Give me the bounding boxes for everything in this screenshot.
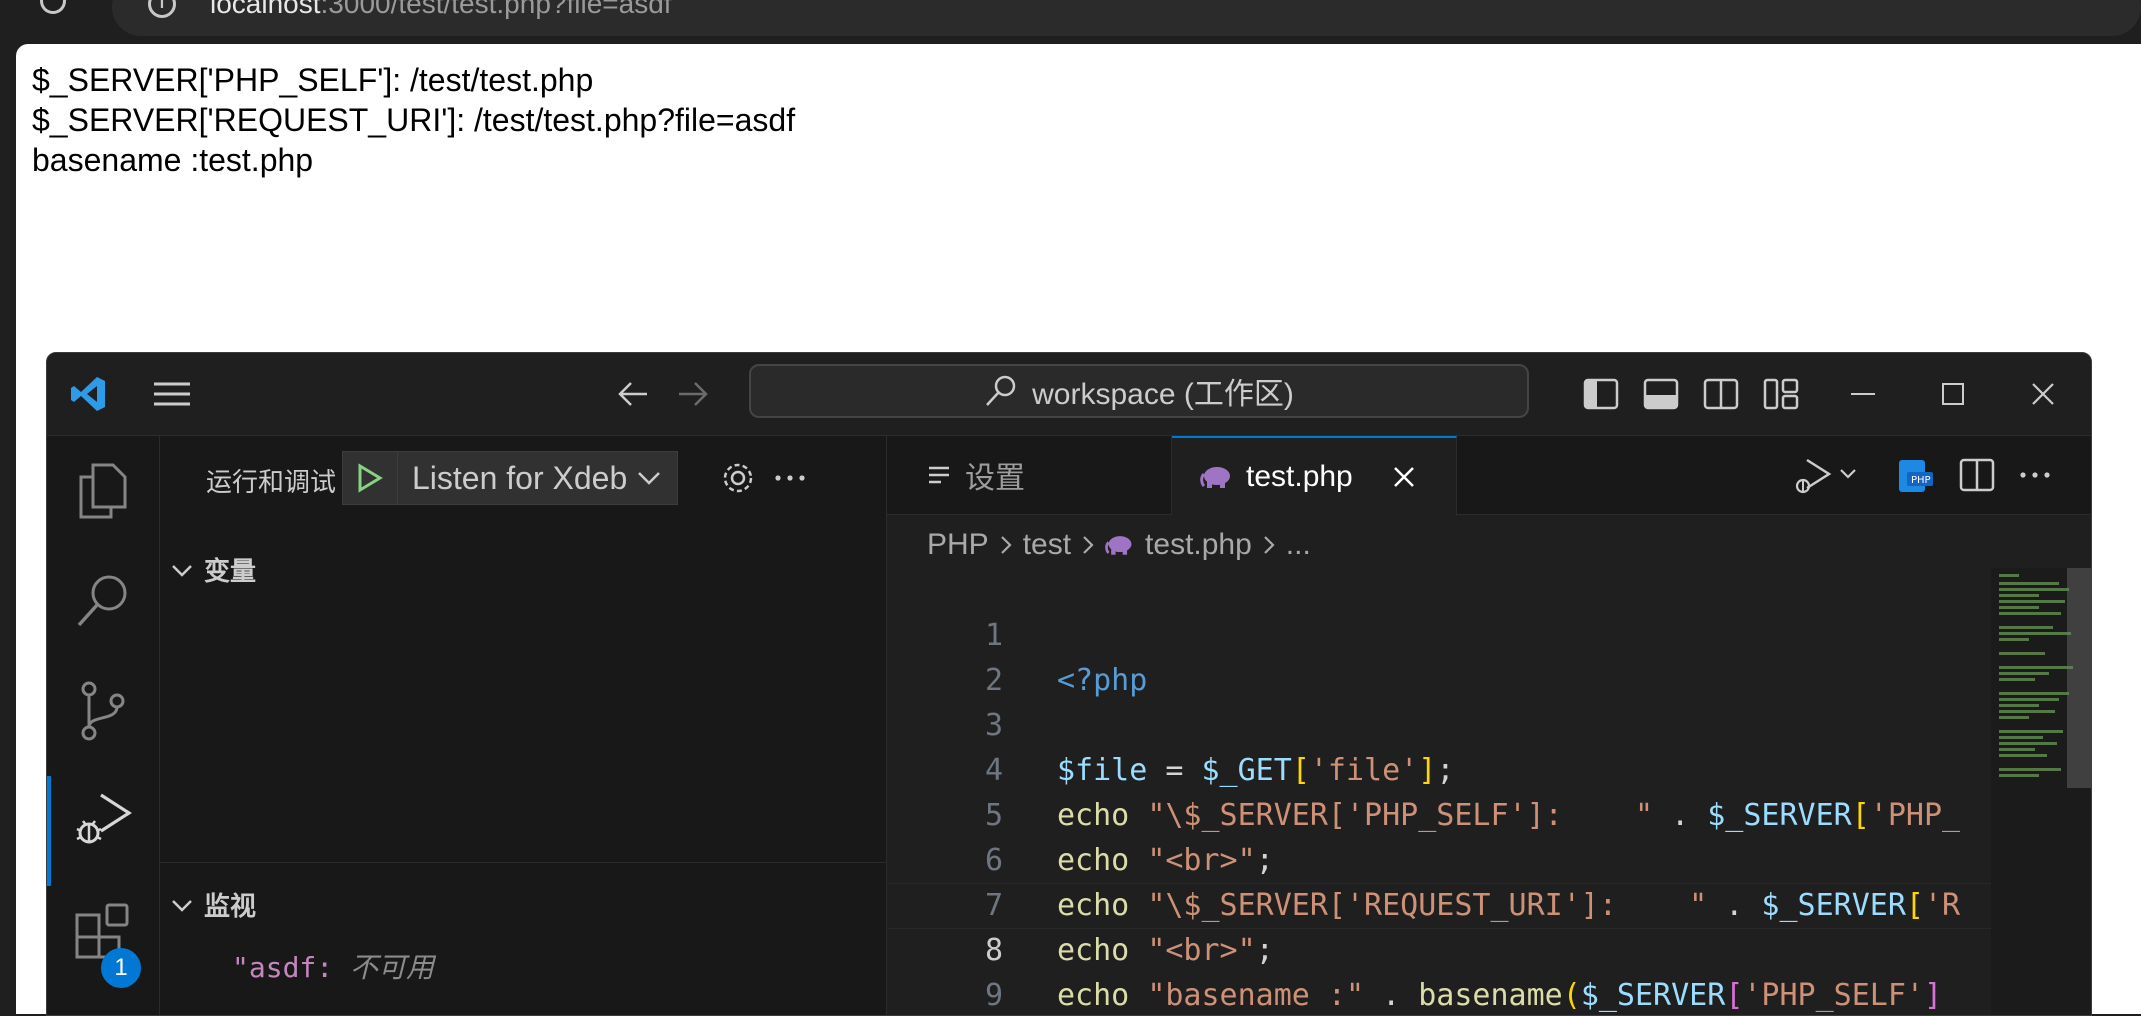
variables-section-header[interactable]: 变量 bbox=[160, 544, 886, 594]
code-line: 6 echo "\$_SERVER['REQUEST_URI']: " . $_… bbox=[887, 793, 2087, 923]
command-center-search[interactable]: workspace (工作区) bbox=[749, 364, 1529, 418]
sidebar-title: 运行和调试 bbox=[206, 467, 337, 497]
launch-config-dropdown[interactable]: Listen for Xdeb bbox=[342, 451, 678, 505]
section-divider bbox=[160, 862, 886, 863]
code-line: 9 bbox=[887, 928, 2087, 1013]
toggle-secondary-sidebar-icon[interactable] bbox=[1701, 375, 1741, 413]
code-editor[interactable]: 1 <?php 2 3 $file = $_GET['file']; 4 ech… bbox=[887, 568, 2091, 1015]
more-actions-icon[interactable] bbox=[772, 460, 808, 501]
run-debug-sidebar: 运行和调试 Listen for Xdeb 变量 监视 "asdf: 不可用 bbox=[160, 436, 887, 1015]
php-tools-icon[interactable]: PHP bbox=[1897, 458, 1935, 499]
start-debugging-button[interactable] bbox=[343, 451, 398, 505]
split-editor-icon[interactable] bbox=[1959, 458, 1995, 497]
watch-section-header[interactable]: 监视 bbox=[160, 879, 886, 929]
run-and-debug-icon[interactable] bbox=[47, 766, 159, 876]
tab-label: 设置 bbox=[965, 462, 1025, 495]
code-line: 7 echo "<br>"; bbox=[887, 838, 2087, 968]
title-bar: workspace (工作区) bbox=[47, 353, 2091, 436]
command-center-label: workspace (工作区) bbox=[1032, 378, 1294, 411]
breadcrumb[interactable]: PHP test test.php ... bbox=[927, 528, 1311, 562]
minimize-icon[interactable] bbox=[1843, 375, 1883, 413]
chevron-right-icon bbox=[1264, 536, 1275, 554]
variables-section-title: 变量 bbox=[204, 555, 257, 586]
editor-group: 设置 test.php PHP PHP test test.php ... 1 … bbox=[887, 436, 2091, 1015]
php-elephant-icon bbox=[1105, 536, 1132, 555]
extensions-badge: 1 bbox=[101, 948, 141, 988]
code-line: 10 bbox=[887, 973, 2087, 1015]
vscode-window: workspace (工作区) 1 运行和调试 Listen for Xdeb … bbox=[46, 352, 2092, 1016]
breadcrumb-item[interactable]: test.php bbox=[1145, 528, 1252, 562]
output-line-request-uri: $_SERVER['REQUEST_URI']: /test/test.php?… bbox=[32, 102, 796, 138]
code-line: 2 bbox=[887, 613, 2087, 698]
editor-more-actions-icon[interactable] bbox=[2017, 458, 2053, 497]
breadcrumb-item[interactable]: test bbox=[1023, 528, 1071, 562]
explorer-icon[interactable] bbox=[47, 436, 159, 546]
code-line: 4 echo "\$_SERVER['PHP_SELF']: " . $_SER… bbox=[887, 703, 2087, 833]
watch-value: 不可用 bbox=[333, 951, 435, 984]
close-window-icon[interactable] bbox=[2023, 375, 2063, 413]
toggle-panel-icon[interactable] bbox=[1641, 375, 1681, 413]
forward-arrow-icon[interactable] bbox=[675, 375, 711, 413]
code-line: 8 echo "basename :" . basename($_SERVER[… bbox=[887, 883, 2087, 1013]
tab-label: test.php bbox=[1246, 460, 1353, 493]
output-line-php-self: $_SERVER['PHP_SELF']: /test/test.php bbox=[32, 62, 594, 98]
source-control-icon[interactable] bbox=[47, 656, 159, 766]
editor-scrollbar[interactable] bbox=[2067, 568, 2091, 788]
code-line: 5 echo "<br>"; bbox=[887, 748, 2087, 878]
tab-test-php[interactable]: test.php bbox=[1172, 436, 1457, 516]
search-icon[interactable] bbox=[47, 546, 159, 656]
php-elephant-icon bbox=[1200, 467, 1230, 488]
code-line: 3 $file = $_GET['file']; bbox=[887, 658, 2087, 788]
close-tab-icon[interactable] bbox=[1393, 466, 1415, 488]
chevron-right-icon bbox=[1000, 536, 1012, 554]
breadcrumb-item[interactable]: PHP bbox=[927, 528, 989, 562]
chevron-right-icon bbox=[1083, 536, 1094, 554]
watch-expression: "asdf: bbox=[232, 951, 334, 984]
launch-config-label: Listen for Xdeb bbox=[412, 459, 628, 496]
toggle-primary-sidebar-icon[interactable] bbox=[1581, 375, 1621, 413]
customize-layout-icon[interactable] bbox=[1761, 375, 1801, 413]
chevron-down-icon bbox=[160, 554, 204, 585]
output-line-basename: basename :test.php bbox=[32, 142, 314, 178]
chevron-down-icon bbox=[160, 889, 204, 920]
run-debug-php-icon[interactable] bbox=[1791, 456, 1859, 501]
active-indicator bbox=[47, 776, 51, 886]
tab-settings[interactable]: 设置 bbox=[887, 436, 1172, 514]
svg-text:PHP: PHP bbox=[1911, 475, 1931, 486]
url-path: :3000/test/test.php?file=asdf bbox=[320, 0, 672, 19]
watch-section-title: 监视 bbox=[204, 890, 257, 921]
back-arrow-icon[interactable] bbox=[615, 375, 651, 413]
editor-tab-bar: 设置 test.php PHP bbox=[887, 436, 2091, 516]
code-line: 1 <?php bbox=[887, 568, 2087, 698]
activity-bar: 1 bbox=[47, 436, 160, 1015]
breadcrumb-item[interactable]: ... bbox=[1286, 528, 1311, 562]
url-text[interactable]: localhost:3000/test/test.php?file=asdf bbox=[210, 0, 672, 20]
url-host: localhost bbox=[210, 0, 321, 19]
debug-settings-gear-icon[interactable] bbox=[720, 460, 756, 501]
watch-expression-item[interactable]: "asdf: 不可用 bbox=[232, 946, 434, 986]
maximize-icon[interactable] bbox=[1933, 375, 1973, 413]
search-icon bbox=[986, 375, 1016, 406]
play-icon bbox=[358, 463, 383, 493]
vscode-logo-icon bbox=[65, 375, 111, 413]
settings-list-icon bbox=[929, 466, 949, 484]
chevron-down-icon bbox=[638, 472, 661, 485]
menu-icon[interactable] bbox=[151, 375, 193, 413]
